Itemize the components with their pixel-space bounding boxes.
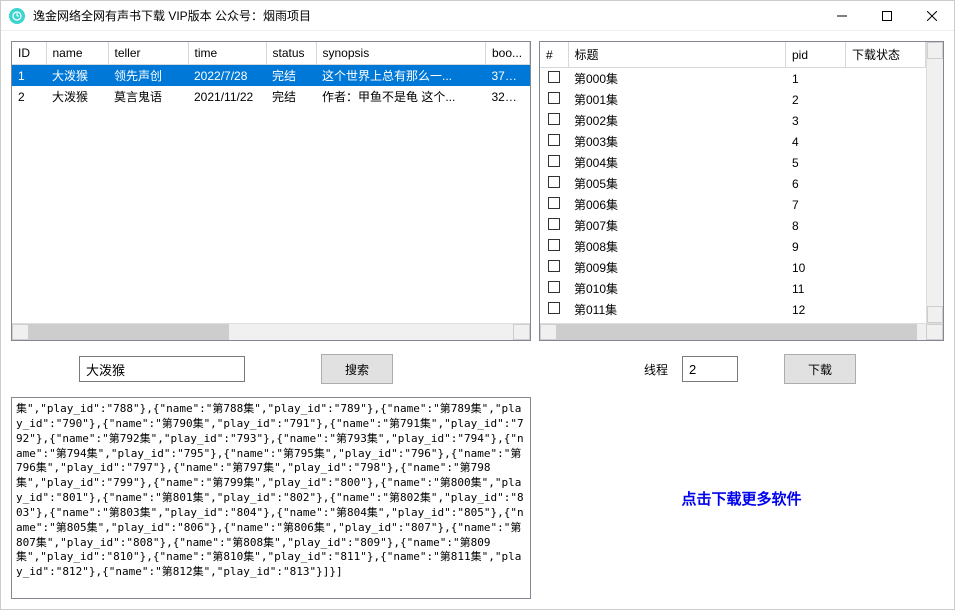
checkbox[interactable] — [548, 239, 560, 251]
table-row[interactable]: 2大泼猴莫言鬼语2021/11/22完结作者：甲鱼不是龟 这个...32575 — [12, 86, 530, 107]
column-header[interactable]: name — [46, 42, 108, 65]
title-bar: 逸金网络全网有声书下载 VIP版本 公众号：烟雨项目 — [1, 1, 954, 31]
table-row[interactable]: 1大泼猴领先声创2022/7/28完结这个世界上总有那么一...37769 — [12, 65, 530, 87]
checkbox[interactable] — [548, 197, 560, 209]
checkbox[interactable] — [548, 218, 560, 230]
table-row[interactable]: 第005集6 — [540, 173, 926, 194]
app-icon — [9, 8, 25, 24]
table-row[interactable]: 第002集3 — [540, 110, 926, 131]
maximize-button[interactable] — [864, 1, 909, 31]
column-header[interactable]: status — [266, 42, 316, 65]
table-row[interactable]: 第007集8 — [540, 215, 926, 236]
table-row[interactable]: 第006集7 — [540, 194, 926, 215]
vertical-scrollbar[interactable] — [926, 42, 943, 323]
table-row[interactable]: 第008集9 — [540, 236, 926, 257]
window-title: 逸金网络全网有声书下载 VIP版本 公众号：烟雨项目 — [33, 7, 819, 24]
close-button[interactable] — [909, 1, 954, 31]
table-row[interactable]: 第001集2 — [540, 89, 926, 110]
episodes-table[interactable]: #标题pid下载状态 第000集1第001集2第002集3第003集4第004集… — [540, 42, 943, 323]
column-header[interactable]: time — [188, 42, 266, 65]
search-input[interactable] — [79, 356, 245, 382]
column-header[interactable]: teller — [108, 42, 188, 65]
table-row[interactable]: 第000集1 — [540, 68, 926, 89]
checkbox[interactable] — [548, 155, 560, 167]
minimize-button[interactable] — [819, 1, 864, 31]
table-row[interactable]: 第010集11 — [540, 278, 926, 299]
table-row[interactable]: 第011集12 — [540, 299, 926, 320]
window-body: IDnametellertimestatussynopsisboo... 1大泼… — [1, 31, 954, 609]
log-output[interactable]: 集","play_id":"788"},{"name":"第788集","pla… — [11, 397, 531, 599]
column-header[interactable]: ID — [12, 42, 46, 65]
top-row: IDnametellertimestatussynopsisboo... 1大泼… — [11, 41, 944, 341]
column-header[interactable]: boo... — [486, 42, 530, 65]
threads-input[interactable] — [682, 356, 738, 382]
column-header[interactable]: synopsis — [316, 42, 486, 65]
bottom-row: 集","play_id":"788"},{"name":"第788集","pla… — [11, 397, 944, 599]
horizontal-scrollbar[interactable] — [12, 323, 530, 340]
table-row[interactable]: 第009集10 — [540, 257, 926, 278]
download-button[interactable]: 下载 — [784, 354, 856, 384]
checkbox[interactable] — [548, 302, 560, 314]
threads-label: 线程 — [644, 361, 668, 378]
table-row[interactable]: 第004集5 — [540, 152, 926, 173]
more-software-link[interactable]: 点击下载更多软件 — [681, 488, 801, 509]
app-window: 逸金网络全网有声书下载 VIP版本 公众号：烟雨项目 IDnametellert… — [0, 0, 955, 610]
horizontal-scrollbar[interactable] — [540, 323, 943, 340]
results-panel: IDnametellertimestatussynopsisboo... 1大泼… — [11, 41, 531, 341]
search-button[interactable]: 搜索 — [321, 354, 393, 384]
checkbox[interactable] — [548, 92, 560, 104]
checkbox[interactable] — [548, 134, 560, 146]
episodes-panel: #标题pid下载状态 第000集1第001集2第002集3第003集4第004集… — [539, 41, 944, 341]
column-header[interactable]: 下载状态 — [846, 42, 926, 68]
checkbox[interactable] — [548, 281, 560, 293]
checkbox[interactable] — [548, 71, 560, 83]
table-row[interactable]: 第003集4 — [540, 131, 926, 152]
results-table[interactable]: IDnametellertimestatussynopsisboo... 1大泼… — [12, 42, 530, 323]
link-area: 点击下载更多软件 — [539, 397, 944, 599]
column-header[interactable]: pid — [786, 42, 846, 68]
column-header[interactable]: 标题 — [568, 42, 786, 68]
checkbox[interactable] — [548, 260, 560, 272]
window-controls — [819, 1, 954, 31]
checkbox[interactable] — [548, 176, 560, 188]
column-header[interactable]: # — [540, 42, 568, 68]
controls-row: 搜索 线程 下载 — [11, 351, 944, 387]
checkbox[interactable] — [548, 113, 560, 125]
